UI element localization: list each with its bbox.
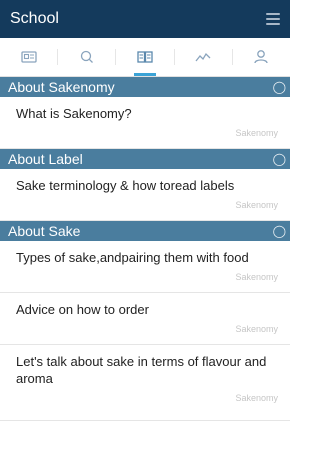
- item-source: Sakenomy: [235, 324, 278, 334]
- list-item[interactable]: Advice on how to order Sakenomy: [0, 293, 290, 345]
- item-source: Sakenomy: [235, 128, 278, 138]
- item-title: Sake terminology & how toread labels: [16, 178, 235, 193]
- section-header-about-label[interactable]: About Label ◯: [0, 149, 290, 169]
- tab-bar: [0, 38, 290, 77]
- item-source: Sakenomy: [235, 200, 278, 210]
- item-title: What is Sakenomy?: [16, 106, 132, 121]
- school-screen: School About Sakenomy ◯ What is Sakenomy…: [0, 0, 290, 458]
- section-title: About Sakenomy: [8, 79, 115, 95]
- item-title: Types of sake,andpairing them with food: [16, 250, 249, 265]
- item-source: Sakenomy: [235, 272, 278, 282]
- search-icon: [80, 50, 93, 63]
- section-header-about-sakenomy[interactable]: About Sakenomy ◯: [0, 77, 290, 97]
- tab-chart[interactable]: [175, 38, 232, 76]
- list-item[interactable]: Sake terminology & how toread labels Sak…: [0, 169, 290, 221]
- section-title: About Label: [8, 151, 83, 167]
- tab-id-card[interactable]: [0, 38, 57, 76]
- book-icon: [137, 51, 153, 63]
- tab-search[interactable]: [58, 38, 115, 76]
- collapse-icon[interactable]: ◯: [273, 80, 286, 94]
- collapse-icon[interactable]: ◯: [273, 224, 286, 238]
- tab-profile[interactable]: [233, 38, 290, 76]
- tab-school[interactable]: [116, 38, 173, 76]
- item-title: Let's talk about sake in terms of flavou…: [16, 354, 267, 386]
- list-item[interactable]: Types of sake,andpairing them with food …: [0, 241, 290, 293]
- profile-icon: [254, 50, 269, 64]
- id-card-icon: [20, 51, 37, 63]
- menu-icon[interactable]: [266, 13, 280, 25]
- chart-icon: [195, 52, 211, 62]
- section-header-about-sake[interactable]: About Sake ◯: [0, 221, 290, 241]
- section-title: About Sake: [8, 223, 81, 239]
- app-header: School: [0, 0, 290, 38]
- list-item[interactable]: Let's talk about sake in terms of flavou…: [0, 345, 290, 421]
- list-item[interactable]: What is Sakenomy? Sakenomy: [0, 97, 290, 149]
- item-title: Advice on how to order: [16, 302, 149, 317]
- collapse-icon[interactable]: ◯: [273, 152, 286, 166]
- page-title: School: [10, 10, 59, 27]
- item-source: Sakenomy: [235, 393, 278, 403]
